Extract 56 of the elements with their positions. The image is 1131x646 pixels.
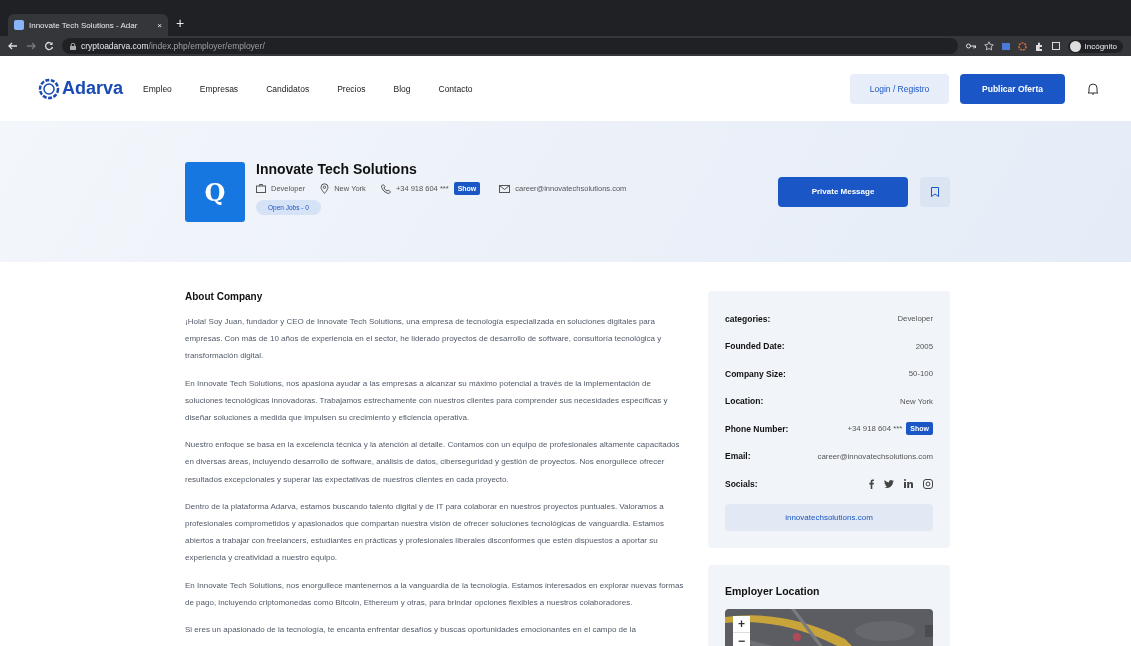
star-icon[interactable] [983, 41, 994, 51]
new-tab-button[interactable]: + [176, 15, 185, 31]
browser-tab[interactable]: Innovate Tech Solutions - Adar × [8, 14, 168, 36]
mail-icon [499, 184, 511, 193]
nav-link[interactable]: Contacto [438, 83, 473, 94]
company-name: Innovate Tech Solutions [256, 161, 418, 177]
nav-link[interactable]: Precios [337, 83, 366, 94]
nav-link[interactable]: Empresas [199, 83, 239, 94]
section-title: About Company [185, 291, 264, 302]
nav-link[interactable]: Empleo [143, 83, 172, 94]
key-icon[interactable] [965, 43, 976, 49]
sidebar-icon[interactable] [1051, 42, 1060, 50]
tab-close-button[interactable]: × [157, 20, 162, 30]
linkedin-icon[interactable] [904, 479, 913, 489]
paragraph: En Innovate Tech Solutions, nos enorgullece mantenernos a la vanguardia de la tecnología. Estamos interesados en explorar nuevas formas de pago, incluyendo criptomonedas como Bitcoin, Ethereum y otras, para brindar opciones flexibles a nuestros colaboradores. [185, 579, 685, 609]
paragraph: En Innovate Tech Solutions, nos apasiona ayudar a las empresas a alcanzar su máximo potencial a través de la implementación de soluciones tecnológicas innovadoras. Trabajamos estrechamente con nuestros clientes para comprender sus necesidades específicas y diseñar soluciones a medida que impulsen su crecimiento y eficiencia operativa. [185, 377, 669, 424]
favicon-icon [14, 20, 24, 30]
nav-link[interactable]: Blog [393, 83, 411, 94]
detail-label: Phone Number: [725, 423, 789, 434]
website-link[interactable]: innovatechsolutions.com [725, 503, 933, 531]
detail-label: Company Size: [725, 368, 786, 379]
lock-icon [70, 42, 76, 50]
logo-text[interactable]: Adarva [62, 78, 124, 99]
address-bar[interactable]: cryptoadarva.com/index.php/employer/employer/ [62, 38, 958, 54]
detail-label: Email: [725, 451, 751, 462]
paragraph: Si eres un apasionado de la tecnología, te encanta enfrentar desafíos y buscas oportunidades emocionantes en el campo de la [185, 624, 637, 637]
phone-icon [380, 183, 391, 194]
private-message-button[interactable]: Private Message [778, 176, 908, 207]
briefcase-icon [256, 184, 266, 193]
post-job-button[interactable]: Publicar Oferta [960, 73, 1065, 104]
bookmark-button[interactable] [920, 176, 950, 207]
logo-icon [38, 77, 60, 100]
bell-icon[interactable] [1087, 82, 1099, 95]
company-logo: Q [185, 162, 245, 222]
detail-label: Founded Date: [725, 341, 785, 352]
detail-label: Location: [725, 396, 764, 407]
section-title: Employer Location [725, 584, 821, 597]
detail-label: Socials: [725, 478, 758, 489]
instagram-icon[interactable] [923, 478, 933, 489]
paragraph: ¡Hola! Soy Juan, fundador y CEO de Innovate Tech Solutions, una empresa de tecnología especializada en soluciones digitales para empresas. Con más de 10 años de experiencia en el sector, he liderado proyectos de desarrollo de software, consultoría tecnológica y transformación digital. [185, 316, 663, 363]
back-icon[interactable] [8, 41, 18, 51]
extension-icon[interactable] [1001, 42, 1010, 50]
twitter-icon[interactable] [884, 479, 894, 488]
incognito-badge[interactable]: Incógnito [1067, 39, 1123, 53]
flower-icon[interactable] [1017, 41, 1027, 51]
nav-link[interactable]: Candidatos [266, 83, 310, 94]
reload-icon[interactable] [44, 41, 54, 51]
facebook-icon[interactable] [869, 478, 874, 489]
puzzle-icon[interactable] [1034, 41, 1044, 51]
paragraph: Dentro de la plataforma Adarva, estamos buscando talento digital y de IT para colaborar en nuestros proyectos puntuales. Valoramos a profesionales comprometidos y apasionados que compartan nuestra visión de ofrecer soluciones tecnológicas de vanguardia. Estamos abiertos a trabajar con freelancers, estudiantes en prácticas y profesionales liberales disconformes que estén dispuestos a aportar su experiencia y creatividad a nuestro equipo. [185, 500, 665, 565]
location-pin-icon [320, 183, 330, 194]
detail-label: categories: [725, 313, 771, 324]
forward-icon[interactable] [26, 41, 36, 51]
paragraph: Nuestro enfoque se basa en la excelencia técnica y la atención al detalle. Contamos con un equipo de profesionales altamente capacitados en diversas áreas, incluyendo desarrollo de software, análisis de datos, ciberseguridad y gestión de proyectos. Nos enorgullece ofrecer resultados excepcionales y superar las expectativas de nuestros clientes en cada proyecto. [185, 439, 681, 486]
login-button[interactable]: Login / Registro [850, 73, 949, 104]
bookmark-icon [931, 186, 939, 197]
